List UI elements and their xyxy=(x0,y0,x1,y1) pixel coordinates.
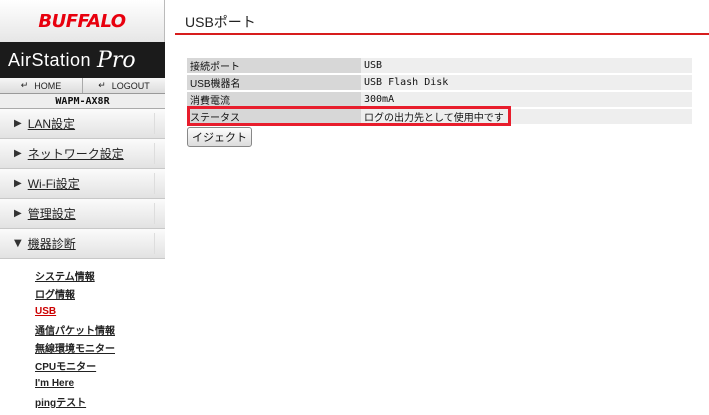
top-nav: ↵ HOME ↵ LOGOUT xyxy=(0,78,165,94)
row-value: USB Flash Disk xyxy=(361,75,692,90)
table-row: 消費電流 300mA xyxy=(187,92,692,107)
triangle-down-icon: ▼ xyxy=(14,238,22,249)
status-highlight-box xyxy=(187,106,511,126)
title-underline xyxy=(175,33,709,35)
triangle-right-icon: ▶ xyxy=(14,118,22,129)
table-row: 接続ポート USB xyxy=(187,58,692,73)
row-label: USB機器名 xyxy=(187,75,361,90)
triangle-right-icon: ▶ xyxy=(14,148,22,159)
submenu-wireless-monitor[interactable]: 無線環境モニター xyxy=(35,338,165,356)
submenu-usb[interactable]: USB xyxy=(35,302,165,320)
airstation-brand: AirStation Pro xyxy=(0,42,165,78)
table-row: USB機器名 USB Flash Disk xyxy=(187,75,692,90)
diagnostics-submenu: システム情報 ログ情報 USB 通信パケット情報 無線環境モニター CPUモニタ… xyxy=(0,259,165,410)
row-label: 接続ポート xyxy=(187,58,361,73)
submenu-log-info[interactable]: ログ情報 xyxy=(35,284,165,302)
triangle-right-icon: ▶ xyxy=(14,208,22,219)
menu-item-management[interactable]: ▶ 管理設定 xyxy=(0,199,165,229)
triangle-right-icon: ▶ xyxy=(14,178,22,189)
submenu-system-info[interactable]: システム情報 xyxy=(35,266,165,284)
menu-item-network[interactable]: ▶ ネットワーク設定 xyxy=(0,139,165,169)
row-value: USB xyxy=(361,58,692,73)
row-label: 消費電流 xyxy=(187,92,361,107)
row-value: 300mA xyxy=(361,92,692,107)
menu-item-lan[interactable]: ▶ LAN設定 xyxy=(0,109,165,139)
eject-button[interactable]: イジェクト xyxy=(187,127,252,147)
sidebar: BUFFALO AirStation Pro ↵ HOME ↵ LOGOUT W… xyxy=(0,0,165,415)
buffalo-logo: BUFFALO xyxy=(0,0,165,42)
return-arrow-icon: ↵ xyxy=(20,80,29,90)
page-title: USBポート xyxy=(185,14,256,30)
logout-button[interactable]: ↵ LOGOUT xyxy=(83,78,165,93)
submenu-cpu-monitor[interactable]: CPUモニター xyxy=(35,356,165,374)
main-content: USBポート 接続ポート USB USB機器名 USB Flash Disk 消… xyxy=(175,0,709,415)
home-button[interactable]: ↵ HOME xyxy=(0,78,83,93)
submenu-packet-info[interactable]: 通信パケット情報 xyxy=(35,320,165,338)
return-arrow-icon: ↵ xyxy=(98,80,106,90)
menu-item-wifi[interactable]: ▶ Wi-Fi設定 xyxy=(0,169,165,199)
model-name: WAPM-AX8R xyxy=(0,94,165,109)
submenu-im-here[interactable]: I'm Here xyxy=(35,374,165,392)
submenu-ping-test[interactable]: pingテスト xyxy=(35,392,165,410)
menu-item-diagnostics[interactable]: ▼ 機器診断 xyxy=(0,229,165,259)
